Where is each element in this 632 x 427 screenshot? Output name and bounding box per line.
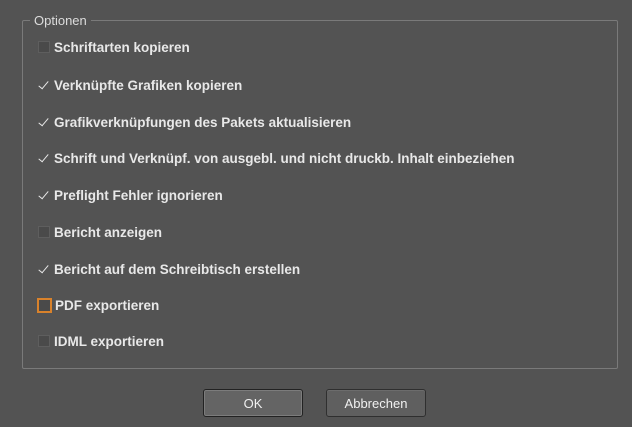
checkbox-export-pdf[interactable]	[37, 297, 52, 313]
option-create-report-on-desktop[interactable]: Bericht auf dem Schreibtisch erstellen	[38, 258, 300, 280]
option-show-report[interactable]: Bericht anzeigen	[38, 221, 162, 243]
dialog-button-row: OK Abbrechen	[0, 389, 632, 419]
checkbox-copy-linked-graphics[interactable]	[38, 79, 50, 91]
ok-button[interactable]: OK	[203, 389, 303, 417]
option-update-graphic-links[interactable]: Grafikverknüpfungen des Pakets aktualisi…	[38, 111, 351, 133]
checkbox-export-idml[interactable]	[38, 335, 50, 347]
package-options-dialog: Optionen Schriftarten kopieren Verknüpft…	[0, 0, 632, 427]
option-label: Verknüpfte Grafiken kopieren	[54, 77, 243, 93]
option-label: Grafikverknüpfungen des Pakets aktualisi…	[54, 114, 352, 130]
option-export-pdf[interactable]: PDF exportieren	[37, 294, 160, 316]
checkbox-create-report-on-desktop[interactable]	[38, 263, 50, 275]
option-export-idml[interactable]: IDML exportieren	[38, 330, 164, 352]
option-label: IDML exportieren	[54, 333, 165, 349]
checkbox-ignore-preflight-errors[interactable]	[38, 189, 50, 201]
option-label: Bericht auf dem Schreibtisch erstellen	[54, 261, 301, 277]
option-label: Bericht anzeigen	[54, 224, 163, 240]
checkbox-show-report[interactable]	[38, 226, 50, 238]
checkbox-include-hidden-content[interactable]	[38, 152, 50, 164]
option-include-hidden-content[interactable]: Schrift und Verknüpf. von ausgebl. und n…	[38, 147, 515, 169]
option-label: PDF exportieren	[55, 297, 160, 313]
checkbox-update-graphic-links[interactable]	[38, 116, 50, 128]
cancel-button[interactable]: Abbrechen	[326, 389, 426, 417]
options-group-title: Optionen	[30, 13, 91, 29]
option-label: Preflight Fehler ignorieren	[54, 187, 223, 203]
checkbox-copy-fonts[interactable]	[38, 41, 50, 53]
option-copy-fonts[interactable]: Schriftarten kopieren	[38, 36, 190, 58]
option-copy-linked-graphics[interactable]: Verknüpfte Grafiken kopieren	[38, 74, 242, 96]
option-ignore-preflight-errors[interactable]: Preflight Fehler ignorieren	[38, 184, 223, 206]
option-label: Schrift und Verknüpf. von ausgebl. und n…	[54, 150, 515, 166]
option-label: Schriftarten kopieren	[54, 39, 190, 55]
